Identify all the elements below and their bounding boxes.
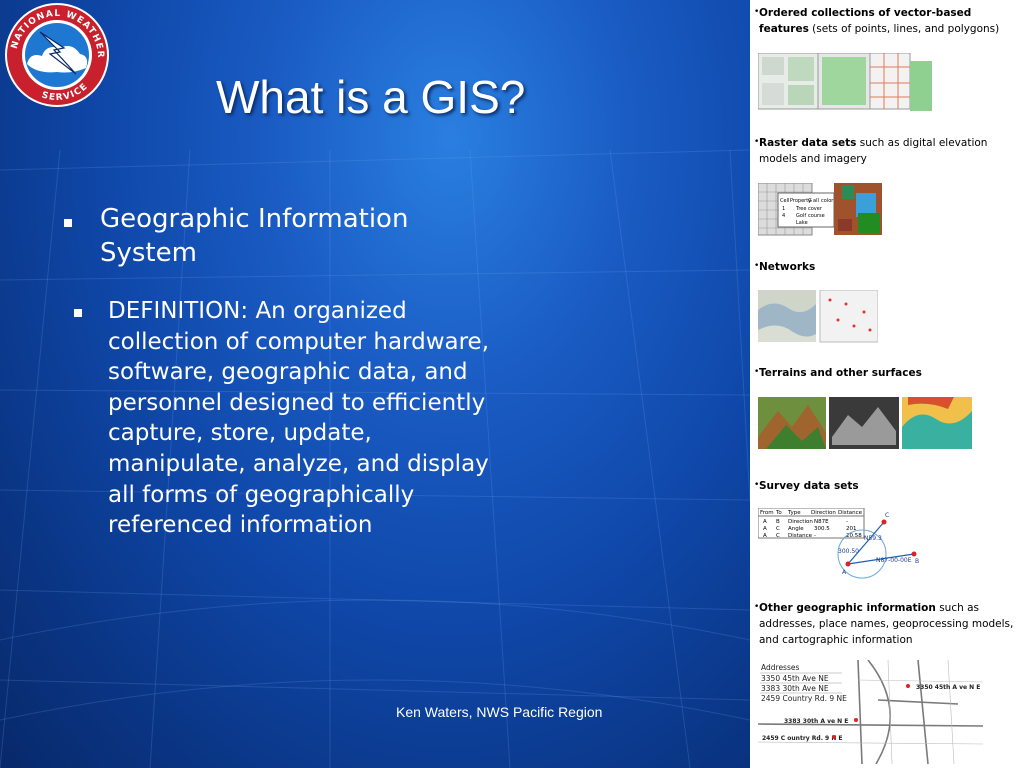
survey-thumbnail: From To Type Direction Distance A B Dire… [758,508,919,579]
svg-text:4: 4 [782,213,785,219]
svg-text:From: From [760,510,774,516]
svg-text:Type: Type [787,510,801,516]
raster-thumbnail: Cell Property G all color 1 Tree cover 4… [758,183,882,236]
section-other: • Other geographic information such as a… [754,602,1014,646]
svg-text:3383 30th A ve N E: 3383 30th A ve N E [784,718,848,725]
svg-text:300.5: 300.5 [814,526,830,532]
slide-footer: Ken Waters, NWS Pacific Region [396,704,603,720]
svg-text:C: C [885,512,889,519]
svg-text:Distance: Distance [788,533,813,539]
bullet-square-icon [64,219,72,227]
gis-data-panel: • Ordered collections of vector-based fe… [750,0,1024,768]
svg-text:A: A [763,533,767,539]
svg-text:Golf: Golf [796,213,806,219]
slide-title: What is a GIS? [216,71,526,123]
svg-text:Direction: Direction [811,510,836,516]
svg-text:Lake: Lake [796,220,808,226]
svg-text:3350 45th A ve N E: 3350 45th A ve N E [916,684,980,691]
svg-text:Cell: Cell [780,198,789,204]
svg-text:Distance: Distance [838,510,863,516]
slide: NATIONAL WEATHER SERVICE What is a GIS? … [0,0,750,768]
svg-text:1: 1 [782,206,785,212]
svg-text:B: B [915,558,919,565]
svg-text:B: B [776,519,780,525]
svg-text:-: - [814,533,816,539]
svg-text:Addresses: Addresses [761,663,799,672]
svg-text:Angle: Angle [788,526,804,532]
svg-text:Tree: Tree [795,206,806,212]
svg-text:C: C [776,526,780,532]
bullet-text: Geographic Information System [100,204,409,268]
svg-text:A: A [763,526,767,532]
bullet-square-icon [74,309,82,317]
svg-text:cover: cover [808,206,823,212]
addresses-thumbnail: Addresses 3350 45th Ave NE 3383 30th Ave… [758,660,983,764]
networks-thumbnail [758,290,878,343]
section-survey: • Survey data sets [754,480,859,492]
svg-text:N59.3: N59.3 [864,535,882,542]
svg-text:3350 45th Ave NE: 3350 45th Ave NE [761,674,829,683]
svg-text:A: A [763,519,767,525]
terrains-thumbnail [758,397,972,449]
vector-features-thumbnail [758,53,932,111]
section-raster: • Raster data sets such as digital eleva… [754,137,988,165]
svg-text:To: To [775,510,782,516]
svg-text:300.50: 300.50 [838,548,859,555]
svg-text:color: color [821,198,834,204]
svg-text:course: course [808,213,825,219]
svg-text:all: all [813,198,819,204]
svg-text:2459 C ountry Rd. 9 N E: 2459 C ountry Rd. 9 N E [762,735,843,742]
nws-logo: NATIONAL WEATHER SERVICE [5,3,109,107]
svg-text:3383 30th Ave NE: 3383 30th Ave NE [761,684,829,693]
section-networks: • Networks [754,261,816,273]
svg-text:Direction: Direction [788,519,813,525]
svg-text:C: C [776,533,780,539]
svg-text:N87E: N87E [814,519,829,525]
svg-text:G: G [808,198,812,204]
bullet-definition: DEFINITION: An organized collection of c… [72,296,502,541]
bullet-text: DEFINITION: An organized collection of c… [108,298,490,539]
bullet-gis: Geographic Information System [60,202,480,270]
section-terrains: • Terrains and other surfaces [754,367,922,379]
svg-text:2459 Country Rd. 9 NE: 2459 Country Rd. 9 NE [761,694,847,703]
svg-text:-: - [846,519,848,525]
svg-text:N87-00-00E: N87-00-00E [876,557,912,564]
section-vector: • Ordered collections of vector-based fe… [754,7,1000,35]
